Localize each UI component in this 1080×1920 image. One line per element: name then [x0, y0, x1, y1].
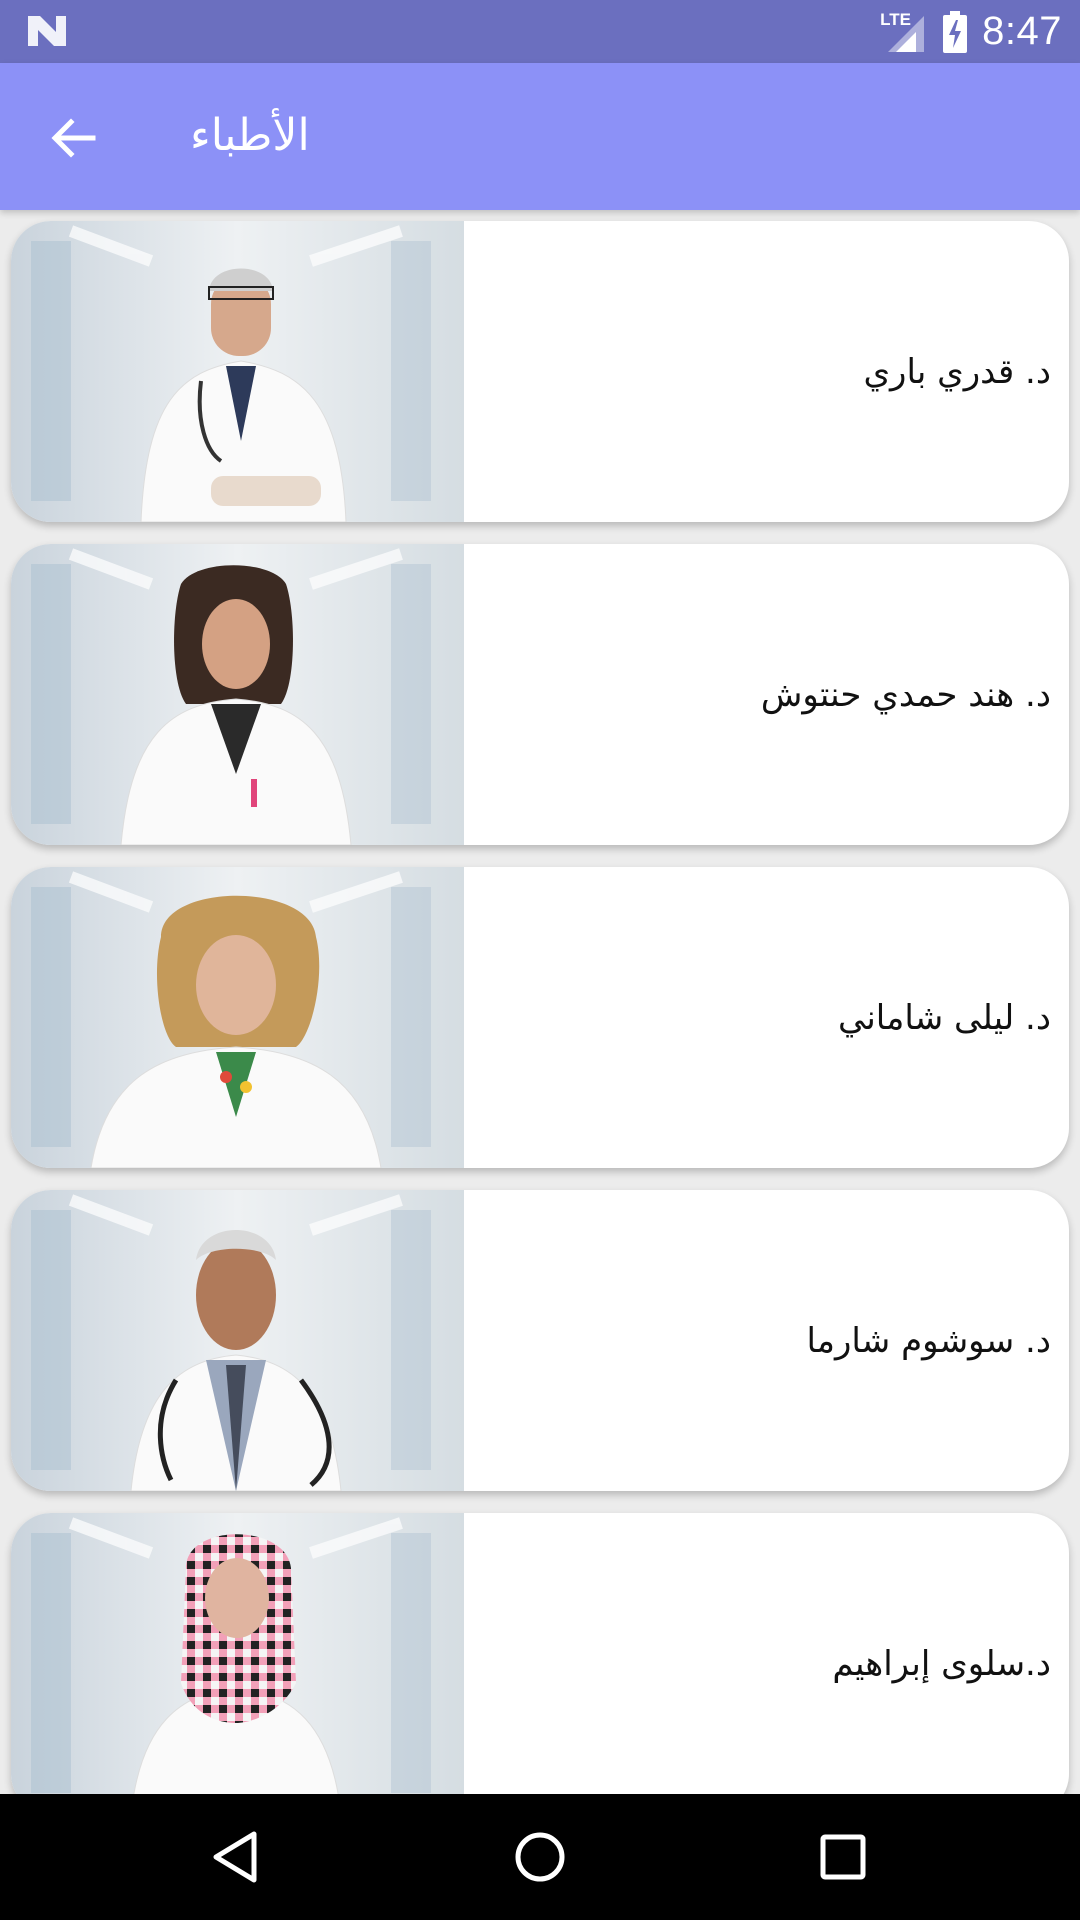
battery-charging-icon: [943, 10, 968, 53]
recents-square-icon: [820, 1834, 866, 1880]
back-button[interactable]: [30, 103, 116, 173]
doctor-card[interactable]: د. قدري باري: [11, 221, 1069, 522]
doctors-list[interactable]: د. قدري باري د. هند حمدي حنتوش د. ليلى ش…: [0, 210, 1080, 1794]
signal-icon: [888, 15, 925, 52]
arrow-back-icon: [51, 118, 96, 158]
notification-n-icon: [28, 16, 66, 46]
status-indicators: LTE 8:47: [878, 0, 1062, 63]
system-navigation-bar: [0, 1794, 1080, 1920]
doctor-photo: [11, 1190, 464, 1491]
page-title: الأطباء: [190, 110, 310, 161]
status-bar: LTE 8:47: [0, 0, 1080, 63]
doctor-photo: [11, 867, 464, 1168]
doctor-photo: [11, 221, 464, 522]
home-circle-icon: [515, 1832, 565, 1882]
nav-back-button[interactable]: [190, 1822, 280, 1892]
doctor-card[interactable]: د. ليلى شاماني: [11, 867, 1069, 1168]
doctor-name: د. قدري باري: [863, 351, 1051, 392]
back-triangle-icon: [213, 1831, 257, 1883]
doctor-card[interactable]: د.سلوى إبراهيم: [11, 1513, 1069, 1794]
nav-recents-button[interactable]: [798, 1822, 888, 1892]
doctor-name: د. هند حمدي حنتوش: [760, 674, 1051, 715]
doctor-name: د.سلوى إبراهيم: [832, 1643, 1051, 1684]
nav-home-button[interactable]: [495, 1822, 585, 1892]
signal-indicator: LTE: [878, 10, 928, 54]
clock: 8:47: [982, 9, 1062, 53]
doctor-card[interactable]: د. هند حمدي حنتوش: [11, 544, 1069, 845]
app-bar: الأطباء: [0, 63, 1080, 210]
doctor-photo: [11, 544, 464, 845]
doctor-card[interactable]: د. سوشوم شارما: [11, 1190, 1069, 1491]
doctor-name: د. ليلى شاماني: [838, 997, 1051, 1038]
doctor-name: د. سوشوم شارما: [806, 1320, 1051, 1361]
doctor-photo: [11, 1513, 464, 1794]
